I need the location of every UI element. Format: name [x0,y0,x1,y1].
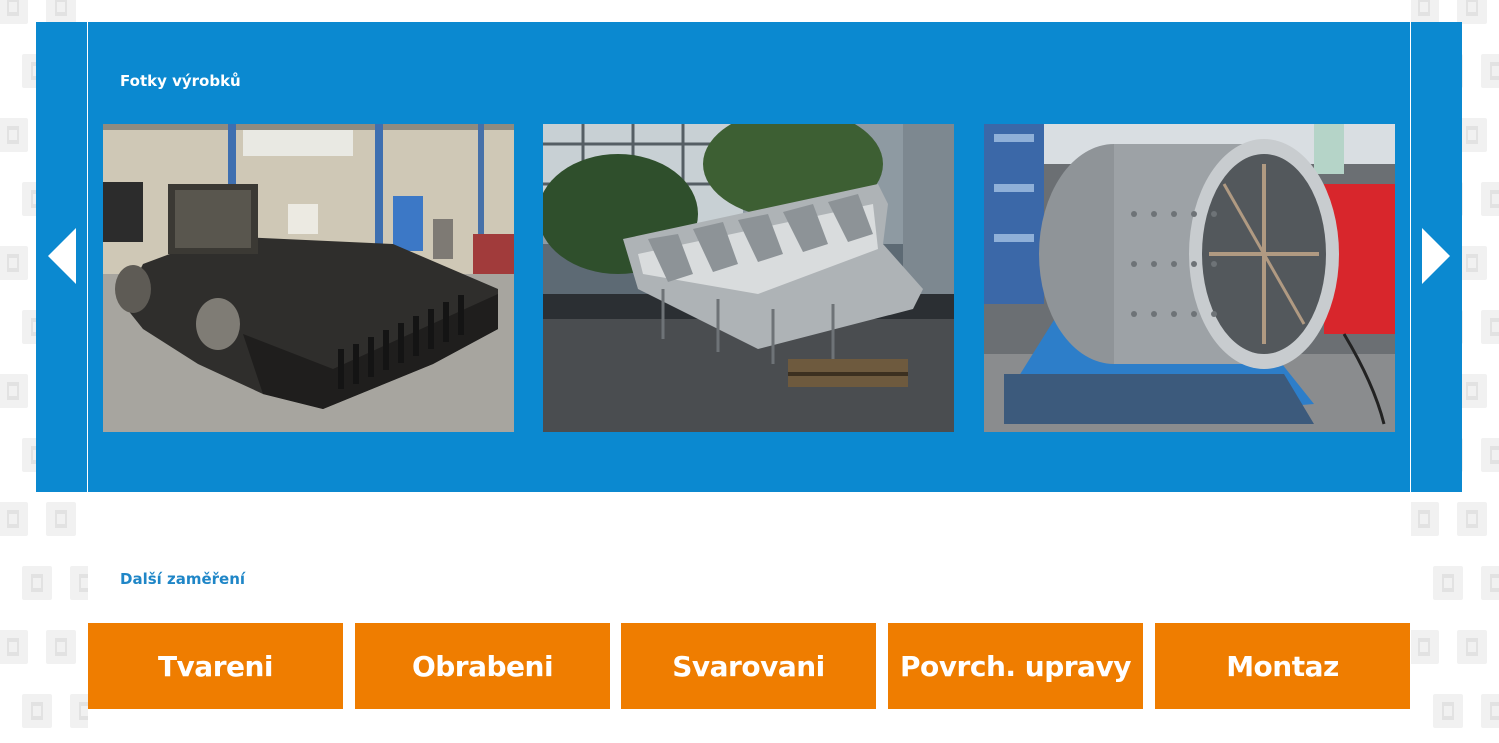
background-tile [22,694,52,728]
focus-categories: Tvareni Obrabeni Svarovani Povrch. uprav… [88,623,1410,709]
background-tile [1457,630,1487,664]
gallery-divider-left [87,22,88,492]
background-tile [0,0,28,24]
background-tile [70,694,88,728]
product-photo-1[interactable] [103,124,514,432]
focus-section-title: Další zaměření [120,570,246,588]
background-tile [0,630,28,664]
background-tile [1481,566,1499,600]
chevron-left-icon[interactable] [48,228,76,284]
chevron-right-icon[interactable] [1422,228,1450,284]
background-tile [0,118,28,152]
background-tile [1411,502,1439,536]
background-tile [1411,630,1439,664]
background-tile [1481,438,1499,472]
background-tile [1481,54,1499,88]
background-tile [1481,694,1499,728]
product-photo-gallery: Fotky výrobků [36,22,1462,492]
gallery-divider-right [1410,22,1411,492]
category-button-tvareni[interactable]: Tvareni [88,623,343,709]
background-tile [1457,0,1487,24]
page: Fotky výrobků Další zaměření Tvareni Obr… [0,0,1499,743]
background-tile [1411,0,1439,24]
category-button-svarovani[interactable]: Svarovani [621,623,876,709]
background-tile [22,566,52,600]
category-button-povrch-upravy[interactable]: Povrch. upravy [888,623,1143,709]
background-tile [0,502,28,536]
background-tile [1481,310,1499,344]
gallery-title: Fotky výrobků [120,72,241,90]
background-tile [1433,566,1463,600]
background-tile [1481,182,1499,216]
background-tile [0,374,28,408]
background-tile [70,566,88,600]
background-tile [1433,694,1463,728]
category-button-obrabeni[interactable]: Obrabeni [355,623,610,709]
background-tile [46,630,76,664]
background-tile [46,502,76,536]
category-button-montaz[interactable]: Montaz [1155,623,1410,709]
background-tile [46,0,76,24]
background-tile [0,246,28,280]
background-tile [1457,502,1487,536]
product-photo-2[interactable] [543,124,954,432]
product-photo-3[interactable] [984,124,1395,432]
